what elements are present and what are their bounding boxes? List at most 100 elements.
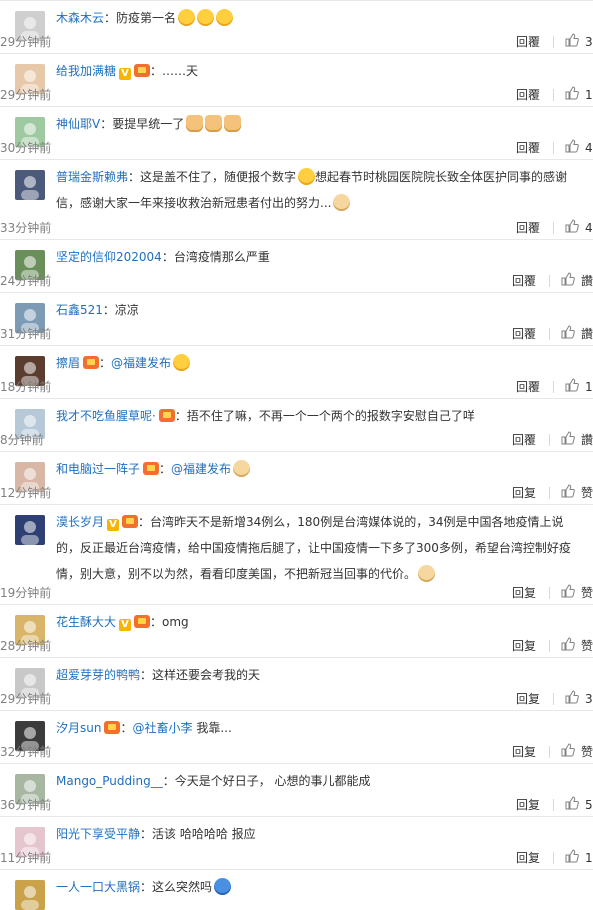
username-link[interactable]: 擦眉 xyxy=(56,356,80,370)
reply-button[interactable]: 回复 xyxy=(512,484,536,501)
thumb-emoji-icon xyxy=(224,115,242,132)
like-button[interactable]: 4 xyxy=(565,139,593,156)
reply-button[interactable]: 回覆 xyxy=(516,139,540,156)
username-link[interactable]: 汐月sun xyxy=(56,721,101,735)
like-button[interactable]: 5 xyxy=(565,796,593,813)
mention-link[interactable]: @福建发布 xyxy=(111,356,171,370)
reply-button[interactable]: 回覆 xyxy=(516,378,540,395)
username-link[interactable]: Mango_Pudding__ xyxy=(56,774,163,788)
divider xyxy=(548,433,550,446)
like-button[interactable]: 1 xyxy=(565,378,593,395)
comment-content: ：凉凉 xyxy=(102,303,139,317)
like-count: 赞 xyxy=(580,586,593,600)
username-link[interactable]: 花生酥大大 xyxy=(56,615,116,629)
avatar[interactable] xyxy=(15,515,45,545)
comment-meta: 24分钟前 回覆 讚 xyxy=(0,270,593,292)
like-button[interactable]: 赞 xyxy=(561,743,593,760)
username-link[interactable]: 给我加满糖 xyxy=(56,64,116,78)
reply-button[interactable]: 回覆 xyxy=(516,86,540,103)
username-link[interactable]: 一人一口大黑锅 xyxy=(56,880,140,894)
like-button[interactable]: 赞 xyxy=(561,637,593,654)
thumbs-up-icon xyxy=(561,272,581,289)
vip-badge-icon xyxy=(143,462,160,475)
like-button[interactable]: 讚 xyxy=(561,272,593,289)
comment-content: ：omg xyxy=(150,615,189,629)
like-button[interactable]: 1 xyxy=(565,849,593,866)
comment-time: 30分钟前 xyxy=(0,141,52,155)
laugh-emoji-icon xyxy=(298,168,316,185)
reply-button[interactable]: 回复 xyxy=(516,849,540,866)
comment-time: 18分钟前 xyxy=(0,380,52,394)
reply-button[interactable]: 回覆 xyxy=(516,219,540,236)
reply-button[interactable]: 回复 xyxy=(516,796,540,813)
avatar[interactable] xyxy=(15,880,45,910)
comment-meta: 36分钟前 回复 5 xyxy=(0,794,593,816)
comment-item: 超爱芽芽的鸭鸭：这样还要会考我的天 29分钟前 回复 3 xyxy=(0,657,593,710)
comment-text: 漠长岁月 V ：台湾昨天不是新增34例么，180例是台湾媒体说的，34例是中国各地疫… xyxy=(56,509,577,587)
username-link[interactable]: 超爱芽芽的鸭鸭 xyxy=(56,668,140,682)
reply-button[interactable]: 回覆 xyxy=(512,325,536,342)
thumbs-up-icon xyxy=(565,849,585,866)
username-link[interactable]: 普瑞金斯赖弗 xyxy=(56,170,128,184)
divider xyxy=(553,380,554,393)
like-count: 1 xyxy=(585,87,593,102)
like-button[interactable]: 讚 xyxy=(561,431,593,448)
like-button[interactable]: 3 xyxy=(565,33,593,50)
divider xyxy=(548,745,550,758)
comment-content-after: 我靠... xyxy=(192,721,232,735)
comment-body: 超爱芽芽的鸭鸭：这样还要会考我的天 xyxy=(56,662,577,688)
vip-badge-icon xyxy=(104,721,121,734)
like-button[interactable]: 3 xyxy=(565,690,593,707)
comment-time: 33分钟前 xyxy=(0,221,52,235)
divider xyxy=(548,639,550,652)
thumbs-up-icon xyxy=(565,33,585,50)
comment-body: 坚定的信仰202004：台湾疫情那么严重 xyxy=(56,244,577,270)
comment-meta: 32分钟前 回复 赞 xyxy=(0,741,593,763)
thumbs-up-icon xyxy=(561,637,581,654)
username-link[interactable]: 我才不吃鱼腥草呢· xyxy=(56,409,156,423)
username-link[interactable]: 坚定的信仰202004 xyxy=(56,250,162,264)
mention-link[interactable]: @社畜小李 xyxy=(132,721,192,735)
reply-button[interactable]: 回复 xyxy=(512,743,536,760)
reply-button[interactable]: 回复 xyxy=(516,690,540,707)
reply-button[interactable]: 回覆 xyxy=(512,431,536,448)
reply-button[interactable]: 回覆 xyxy=(512,272,536,289)
like-count: 讚 xyxy=(580,433,593,447)
like-button[interactable]: 4 xyxy=(565,219,593,236)
comment-actions: 回覆 讚 xyxy=(512,325,593,342)
like-count: 4 xyxy=(585,140,593,155)
username-link[interactable]: 木森木云 xyxy=(56,11,104,25)
divider xyxy=(548,586,550,599)
comment-body: 汐月sun ：@社畜小李 我靠... xyxy=(56,715,577,741)
comment-meta: 29分钟前 回复 3 xyxy=(0,688,593,710)
comment-time: 28分钟前 xyxy=(0,639,52,653)
like-button[interactable]: 赞 xyxy=(561,484,593,501)
like-count: 3 xyxy=(585,34,593,49)
reply-button[interactable]: 回覆 xyxy=(516,33,540,50)
comment-meta: 30分钟前 回覆 4 xyxy=(0,137,593,159)
vip-badge-icon xyxy=(83,356,100,369)
username-link[interactable]: 和电脑过一阵子 xyxy=(56,462,140,476)
comment-text: 一人一口大黑锅：这么突然吗 xyxy=(56,874,577,900)
reply-button[interactable]: 回复 xyxy=(512,637,536,654)
cat-emoji-icon xyxy=(418,565,436,582)
like-button[interactable]: 1 xyxy=(565,86,593,103)
comment-content: ：这么突然吗 xyxy=(140,880,213,894)
comment-text: 石鑫521：凉凉 xyxy=(56,297,577,323)
mention-link[interactable]: @福建发布 xyxy=(171,462,231,476)
username-link[interactable]: 漠长岁月 xyxy=(56,515,104,529)
cat-emoji-icon xyxy=(233,460,251,477)
like-button[interactable]: 讚 xyxy=(561,325,593,342)
like-button[interactable]: 赞 xyxy=(561,584,593,601)
username-link[interactable]: 神仙耶V xyxy=(56,117,100,131)
like-count: 1 xyxy=(585,379,593,394)
divider xyxy=(553,692,554,705)
avatar[interactable] xyxy=(15,170,45,200)
comment-body: 石鑫521：凉凉 xyxy=(56,297,577,323)
username-link[interactable]: 阳光下享受平静 xyxy=(56,827,140,841)
verified-v-icon: V xyxy=(107,519,120,531)
username-link[interactable]: 石鑫521 xyxy=(56,303,103,317)
comment-item: 漠长岁月 V ：台湾昨天不是新增34例么，180例是台湾媒体说的，34例是中国各地疫… xyxy=(0,504,593,604)
comment-actions: 回复 赞 xyxy=(512,584,593,601)
reply-button[interactable]: 回复 xyxy=(512,584,536,601)
